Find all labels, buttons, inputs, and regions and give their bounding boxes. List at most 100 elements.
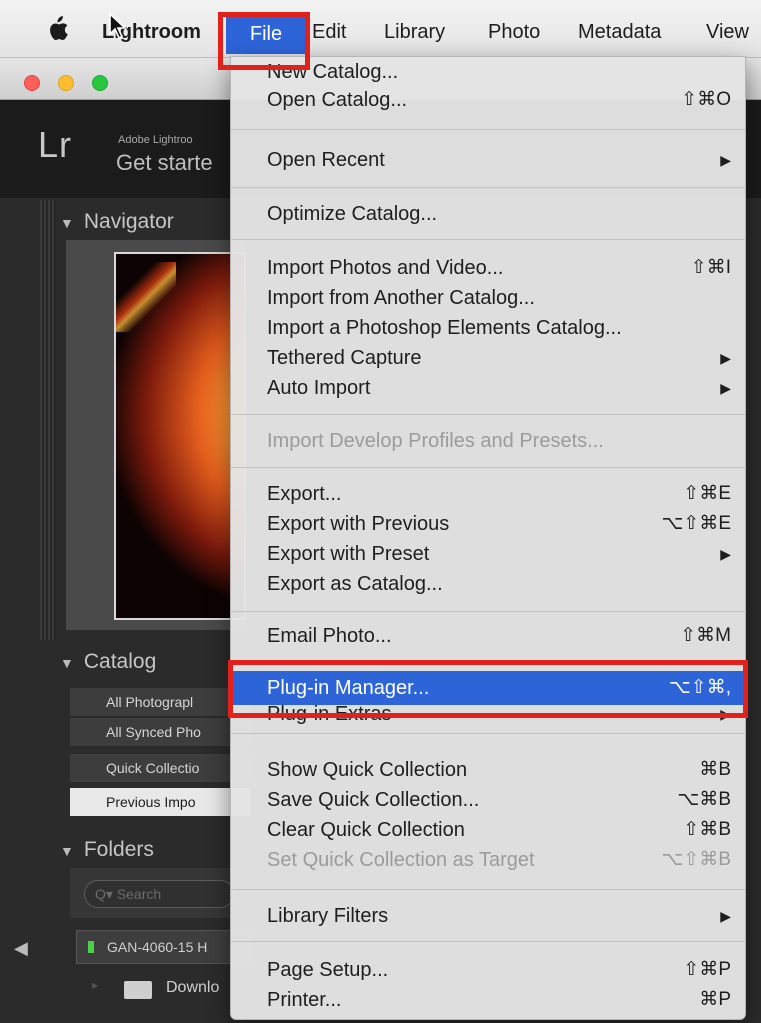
panel-resize-strip[interactable] [40, 200, 56, 640]
menu-separator [231, 129, 745, 130]
mouse-cursor-icon [109, 12, 128, 40]
disclosure-triangle-icon: ▼ [60, 655, 74, 671]
menu-item-label: Set Quick Collection as Target [267, 849, 535, 871]
submenu-arrow-icon: ▶ [720, 546, 731, 562]
menu-item-tethered-capture[interactable]: Tethered Capture ▶ [231, 343, 745, 373]
catalog-item-quick-collection[interactable]: Quick Collectio [70, 754, 250, 782]
menu-item-import-develop-profiles: Import Develop Profiles and Presets... [231, 426, 745, 456]
volume-row[interactable]: GAN-4060-15 H [76, 930, 250, 964]
menu-item-label: Page Setup... [267, 959, 389, 981]
menu-item-open-recent[interactable]: Open Recent ▶ [231, 145, 745, 175]
menu-item-export[interactable]: Export... ⇧⌘E [231, 479, 745, 509]
menu-item-label: Import from Another Catalog... [267, 287, 535, 309]
menu-item-label: Library Filters [267, 905, 389, 927]
menu-item-label: Export as Catalog... [267, 573, 443, 595]
zoom-window-button[interactable] [92, 75, 108, 91]
menu-item-optimize-catalog[interactable]: Optimize Catalog... [231, 199, 745, 229]
brand-text: Adobe Lightroo [118, 134, 193, 146]
keyboard-shortcut: ⇧⌘I [690, 257, 731, 278]
folders-panel-header[interactable]: ▼ Folders [60, 838, 154, 862]
menu-item-import-photoshop-elements[interactable]: Import a Photoshop Elements Catalog... [231, 313, 745, 343]
submenu-arrow-icon: ▶ [720, 350, 731, 366]
file-dropdown-menu: New Catalog... Open Catalog... ⇧⌘O Open R… [230, 56, 746, 1020]
apple-logo-icon [50, 16, 68, 40]
menu-item-open-catalog[interactable]: Open Catalog... ⇧⌘O [231, 85, 745, 115]
menu-item-set-quick-collection-target: Set Quick Collection as Target ⌥⇧⌘B [231, 845, 745, 875]
keyboard-shortcut: ⌥⇧⌘E [661, 513, 732, 534]
close-window-button[interactable] [24, 75, 40, 91]
menu-item-import-another-catalog[interactable]: Import from Another Catalog... [231, 283, 745, 313]
volume-status-led [88, 941, 94, 953]
menu-item-library-filters[interactable]: Library Filters ▶ [231, 901, 745, 931]
menu-item-page-setup[interactable]: Page Setup... ⇧⌘P [231, 955, 745, 985]
plugin-manager-highlight-box [228, 660, 748, 718]
menu-item-label: Import a Photoshop Elements Catalog... [267, 317, 622, 339]
menu-item-label: Export with Previous [267, 513, 450, 535]
menu-item-label: Tethered Capture [267, 347, 422, 369]
submenu-arrow-icon: ▶ [720, 908, 731, 924]
menu-item-export-with-preset[interactable]: Export with Preset ▶ [231, 539, 745, 569]
menu-item-clear-quick-collection[interactable]: Clear Quick Collection ⇧⌘B [231, 815, 745, 845]
menu-metadata[interactable]: Metadata [568, 18, 671, 46]
menu-item-label: Export with Preset [267, 543, 430, 565]
menu-item-label: Import Develop Profiles and Presets... [267, 430, 604, 452]
keyboard-shortcut: ⇧⌘B [683, 819, 731, 840]
menu-item-save-quick-collection[interactable]: Save Quick Collection... ⌥⌘B [231, 785, 745, 815]
menu-item-label: Clear Quick Collection [267, 819, 465, 841]
menu-separator [231, 889, 745, 890]
keyboard-shortcut: ⇧⌘O [681, 89, 731, 110]
menu-item-auto-import[interactable]: Auto Import ▶ [231, 373, 745, 403]
menu-edit[interactable]: Edit [302, 18, 356, 46]
menu-library[interactable]: Library [374, 18, 455, 46]
folder-row[interactable]: Downlo [80, 972, 250, 1004]
menu-item-label: Email Photo... [267, 625, 392, 647]
file-menu-highlight-box [218, 12, 310, 70]
catalog-panel-header[interactable]: ▼ Catalog [60, 650, 156, 674]
catalog-item-previous-import[interactable]: Previous Impo [70, 788, 250, 816]
menu-item-label: Printer... [267, 989, 342, 1011]
menu-item-label: Export... [267, 483, 342, 505]
menu-separator [231, 941, 745, 942]
minimize-window-button[interactable] [58, 75, 74, 91]
navigator-panel-header[interactable]: ▼ Navigator [60, 210, 174, 234]
menu-separator [231, 733, 745, 734]
submenu-arrow-icon: ▶ [720, 152, 731, 168]
menu-item-email-photo[interactable]: Email Photo... ⇧⌘M [231, 621, 745, 651]
submenu-arrow-icon: ▶ [720, 380, 731, 396]
menu-separator [231, 239, 745, 240]
apple-menu-icon[interactable] [36, 16, 78, 44]
menu-photo[interactable]: Photo [478, 18, 550, 46]
menu-item-export-as-catalog[interactable]: Export as Catalog... [231, 569, 745, 599]
menu-item-label: Import Photos and Video... [267, 257, 504, 279]
folders-label: Folders [83, 838, 154, 861]
keyboard-shortcut: ⌘B [699, 759, 731, 780]
menu-item-label: Open Catalog... [267, 89, 408, 111]
disclosure-triangle-icon: ▼ [60, 215, 74, 231]
lightroom-logo: Lr [38, 124, 73, 165]
menu-bar: Lightroom File Edit Library Photo Metada… [0, 0, 761, 58]
menu-separator [231, 187, 745, 188]
navigator-label: Navigator [83, 210, 174, 233]
menu-separator [231, 611, 745, 612]
disclosure-triangle-icon: ▼ [60, 843, 74, 859]
keyboard-shortcut: ⇧⌘E [683, 483, 731, 504]
keyboard-shortcut: ⇧⌘P [683, 959, 731, 980]
preview-light-streak [116, 262, 176, 332]
menu-item-label: Open Recent [267, 149, 385, 171]
keyboard-shortcut: ⇧⌘M [680, 625, 731, 646]
catalog-item-all-photographs[interactable]: All Photograpl [70, 688, 250, 716]
menu-item-import-photos[interactable]: Import Photos and Video... ⇧⌘I [231, 253, 745, 283]
menu-item-label: Show Quick Collection [267, 759, 468, 781]
menu-view[interactable]: View [696, 18, 759, 46]
menu-item-label: Optimize Catalog... [267, 203, 438, 225]
catalog-item-all-synced-photographs[interactable]: All Synced Pho [70, 718, 250, 746]
keyboard-shortcut: ⌥⌘B [677, 789, 731, 810]
folder-search-input[interactable]: Q▾ Search [84, 880, 234, 908]
menu-item-export-with-previous[interactable]: Export with Previous ⌥⇧⌘E [231, 509, 745, 539]
collapse-panel-icon[interactable]: ◀ [14, 938, 28, 959]
menu-item-label: Auto Import [267, 377, 371, 399]
menu-item-label: Save Quick Collection... [267, 789, 480, 811]
menu-separator [231, 414, 745, 415]
menu-item-printer[interactable]: Printer... ⌘P [231, 985, 745, 1015]
menu-item-show-quick-collection[interactable]: Show Quick Collection ⌘B [231, 755, 745, 785]
